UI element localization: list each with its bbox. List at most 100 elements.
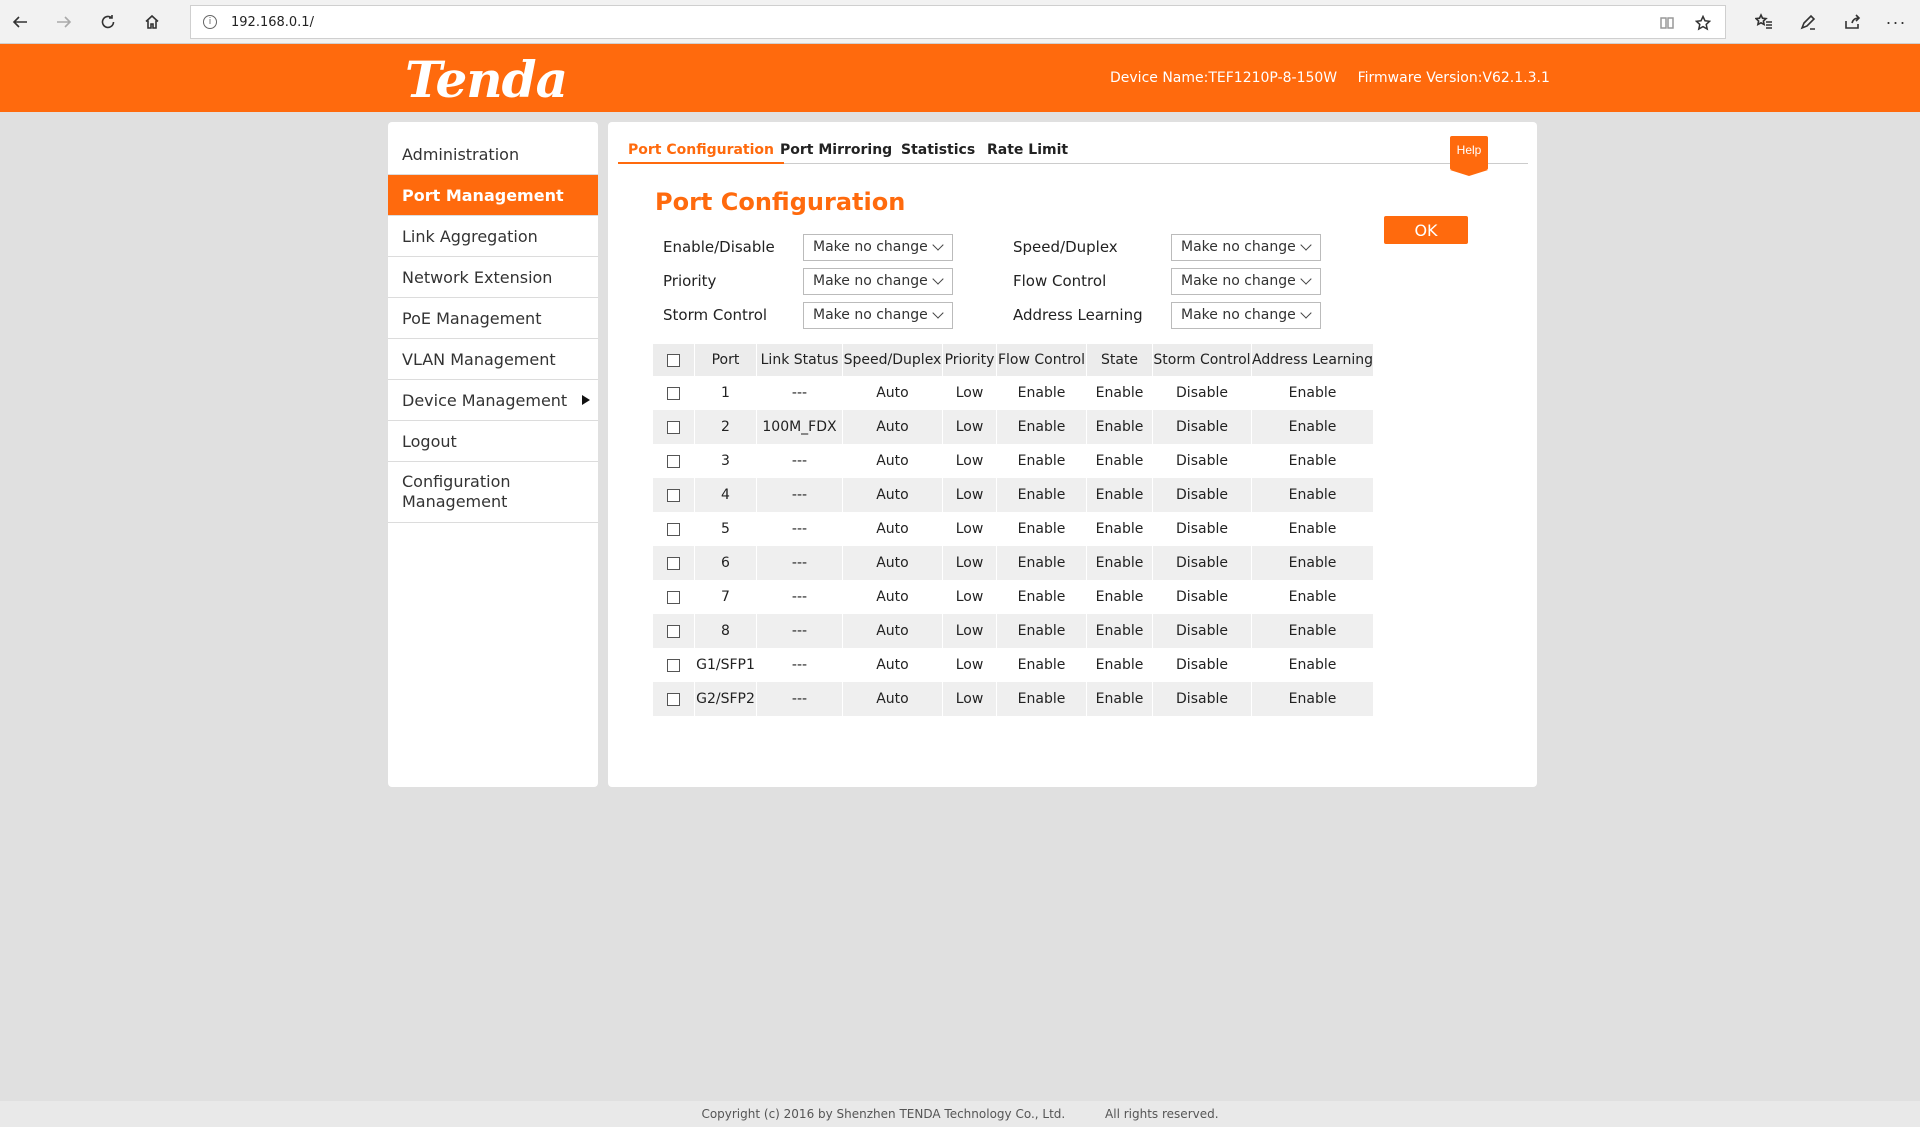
chevron-down-icon: [932, 272, 944, 285]
sidebar-item-configuration-management[interactable]: Configuration Management: [388, 462, 598, 523]
table-cell: Enable: [1250, 546, 1373, 580]
table-cell: Low: [942, 410, 997, 444]
refresh-icon[interactable]: [92, 6, 124, 38]
table-cell: Low: [942, 614, 997, 648]
speed-duplex-select[interactable]: Make no change: [1171, 233, 1321, 261]
ok-button[interactable]: OK: [1384, 216, 1468, 244]
reading-view-icon[interactable]: [1657, 13, 1677, 33]
address-bar[interactable]: i 192.168.0.1/: [190, 5, 1726, 39]
tab-rate-limit[interactable]: Rate Limit: [977, 140, 1078, 164]
table-row[interactable]: 8 --- Auto Low Enable Enable Disable Enable: [652, 614, 1373, 648]
table-cell: Disable: [1152, 444, 1252, 478]
sidebar-item-poe-management[interactable]: PoE Management: [388, 298, 598, 339]
sidebar-item-link-aggregation[interactable]: Link Aggregation: [388, 216, 598, 257]
sidebar-item-logout[interactable]: Logout: [388, 421, 598, 462]
row-select-cell: [652, 376, 695, 410]
row-select-cell: [652, 512, 695, 546]
col-header: State: [1086, 344, 1153, 376]
table-cell: 6: [694, 546, 757, 580]
col-header: Address Learning: [1250, 344, 1373, 376]
table-cell: Enable: [1086, 682, 1153, 716]
table-cell: Disable: [1152, 410, 1252, 444]
table-cell: Auto: [842, 410, 943, 444]
table-cell: Low: [942, 512, 997, 546]
firmware-version: Firmware Version:V62.1.3.1: [1357, 70, 1550, 86]
table-cell: Enable: [1250, 512, 1373, 546]
storm-control-row: Storm Control Make no change: [663, 301, 953, 329]
row-checkbox[interactable]: [667, 420, 680, 434]
tab-port-mirroring[interactable]: Port Mirroring: [770, 140, 902, 164]
tab-port-configuration[interactable]: Port Configuration: [618, 140, 785, 164]
row-checkbox[interactable]: [667, 556, 680, 570]
row-checkbox[interactable]: [667, 454, 680, 468]
favorite-star-icon[interactable]: [1693, 13, 1713, 33]
help-button[interactable]: Help: [1450, 136, 1488, 176]
table-row[interactable]: 2 100M_FDX Auto Low Enable Enable Disable Enabl…: [652, 410, 1373, 444]
row-checkbox[interactable]: [667, 658, 680, 672]
table-cell: Enable: [1086, 444, 1153, 478]
pen-icon[interactable]: [1792, 6, 1824, 38]
device-name: Device Name:TEF1210P-8-150W: [1110, 70, 1338, 86]
col-header: Flow Control: [996, 344, 1087, 376]
footer: Copyright (c) 2016 by Shenzhen TENDA Tec…: [0, 1101, 1920, 1127]
forward-icon[interactable]: [48, 6, 80, 38]
table-cell: Low: [942, 478, 997, 512]
table-row[interactable]: 1 --- Auto Low Enable Enable Disable Enable: [652, 376, 1373, 410]
more-icon[interactable]: ···: [1880, 6, 1912, 38]
table-cell: Enable: [1086, 648, 1153, 682]
table-cell: ---: [756, 512, 843, 546]
sidebar-item-administration[interactable]: Administration: [388, 134, 598, 175]
table-cell: Enable: [1086, 478, 1153, 512]
row-checkbox[interactable]: [667, 624, 680, 638]
sidebar-item-vlan-management[interactable]: VLAN Management: [388, 339, 598, 380]
share-icon[interactable]: [1836, 6, 1868, 38]
row-checkbox[interactable]: [667, 522, 680, 536]
address-learning-select[interactable]: Make no change: [1171, 301, 1321, 329]
priority-row: Priority Make no change: [663, 267, 953, 295]
row-checkbox[interactable]: [667, 692, 680, 706]
priority-select[interactable]: Make no change: [803, 267, 953, 295]
row-checkbox[interactable]: [667, 386, 680, 400]
table-cell: Enable: [1086, 580, 1153, 614]
table-row[interactable]: 7 --- Auto Low Enable Enable Disable Enable: [652, 580, 1373, 614]
url-text: 192.168.0.1/: [231, 15, 314, 30]
address-learning-row: Address Learning Make no change: [1013, 301, 1321, 329]
table-row[interactable]: 4 --- Auto Low Enable Enable Disable Enable: [652, 478, 1373, 512]
table-row[interactable]: G2/SFP2 --- Auto Low Enable Enable Disable Enab…: [652, 682, 1373, 716]
storm-control-select[interactable]: Make no change: [803, 301, 953, 329]
table-cell: Disable: [1152, 478, 1252, 512]
table-cell: 5: [694, 512, 757, 546]
enable-disable-select[interactable]: Make no change: [803, 233, 953, 261]
table-row[interactable]: G1/SFP1 --- Auto Low Enable Enable Disable Enab…: [652, 648, 1373, 682]
favorites-list-icon[interactable]: [1748, 6, 1780, 38]
row-select-cell: [652, 648, 695, 682]
table-cell: 2: [694, 410, 757, 444]
sidebar-item-network-extension[interactable]: Network Extension: [388, 257, 598, 298]
sidebar-item-device-management[interactable]: Device Management: [388, 380, 598, 421]
select-all-checkbox[interactable]: [666, 353, 680, 367]
flow-control-select[interactable]: Make no change: [1171, 267, 1321, 295]
table-cell: G1/SFP1: [694, 648, 757, 682]
home-icon[interactable]: [136, 6, 168, 38]
address-learning-label: Address Learning: [1013, 306, 1143, 324]
col-header: Priority: [942, 344, 997, 376]
sidebar-nav: Administration Port Management Link Aggr…: [388, 122, 598, 787]
table-row[interactable]: 6 --- Auto Low Enable Enable Disable Enable: [652, 546, 1373, 580]
table-cell: Auto: [842, 478, 943, 512]
table-row[interactable]: 5 --- Auto Low Enable Enable Disable Enable: [652, 512, 1373, 546]
back-icon[interactable]: [4, 6, 36, 38]
tab-statistics[interactable]: Statistics: [891, 140, 985, 164]
row-checkbox[interactable]: [667, 488, 680, 502]
enable-disable-label: Enable/Disable: [663, 238, 775, 256]
col-header: Link Status: [756, 344, 843, 376]
table-cell: ---: [756, 478, 843, 512]
table-cell: Enable: [996, 648, 1087, 682]
site-info-icon[interactable]: i: [203, 15, 217, 29]
table-cell: Low: [942, 546, 997, 580]
rights-text: All rights reserved.: [1105, 1107, 1219, 1121]
table-cell: Low: [942, 376, 997, 410]
table-row[interactable]: 3 --- Auto Low Enable Enable Disable Enable: [652, 444, 1373, 478]
table-cell: Enable: [996, 512, 1087, 546]
row-checkbox[interactable]: [667, 590, 680, 604]
sidebar-item-port-management[interactable]: Port Management: [388, 175, 598, 216]
